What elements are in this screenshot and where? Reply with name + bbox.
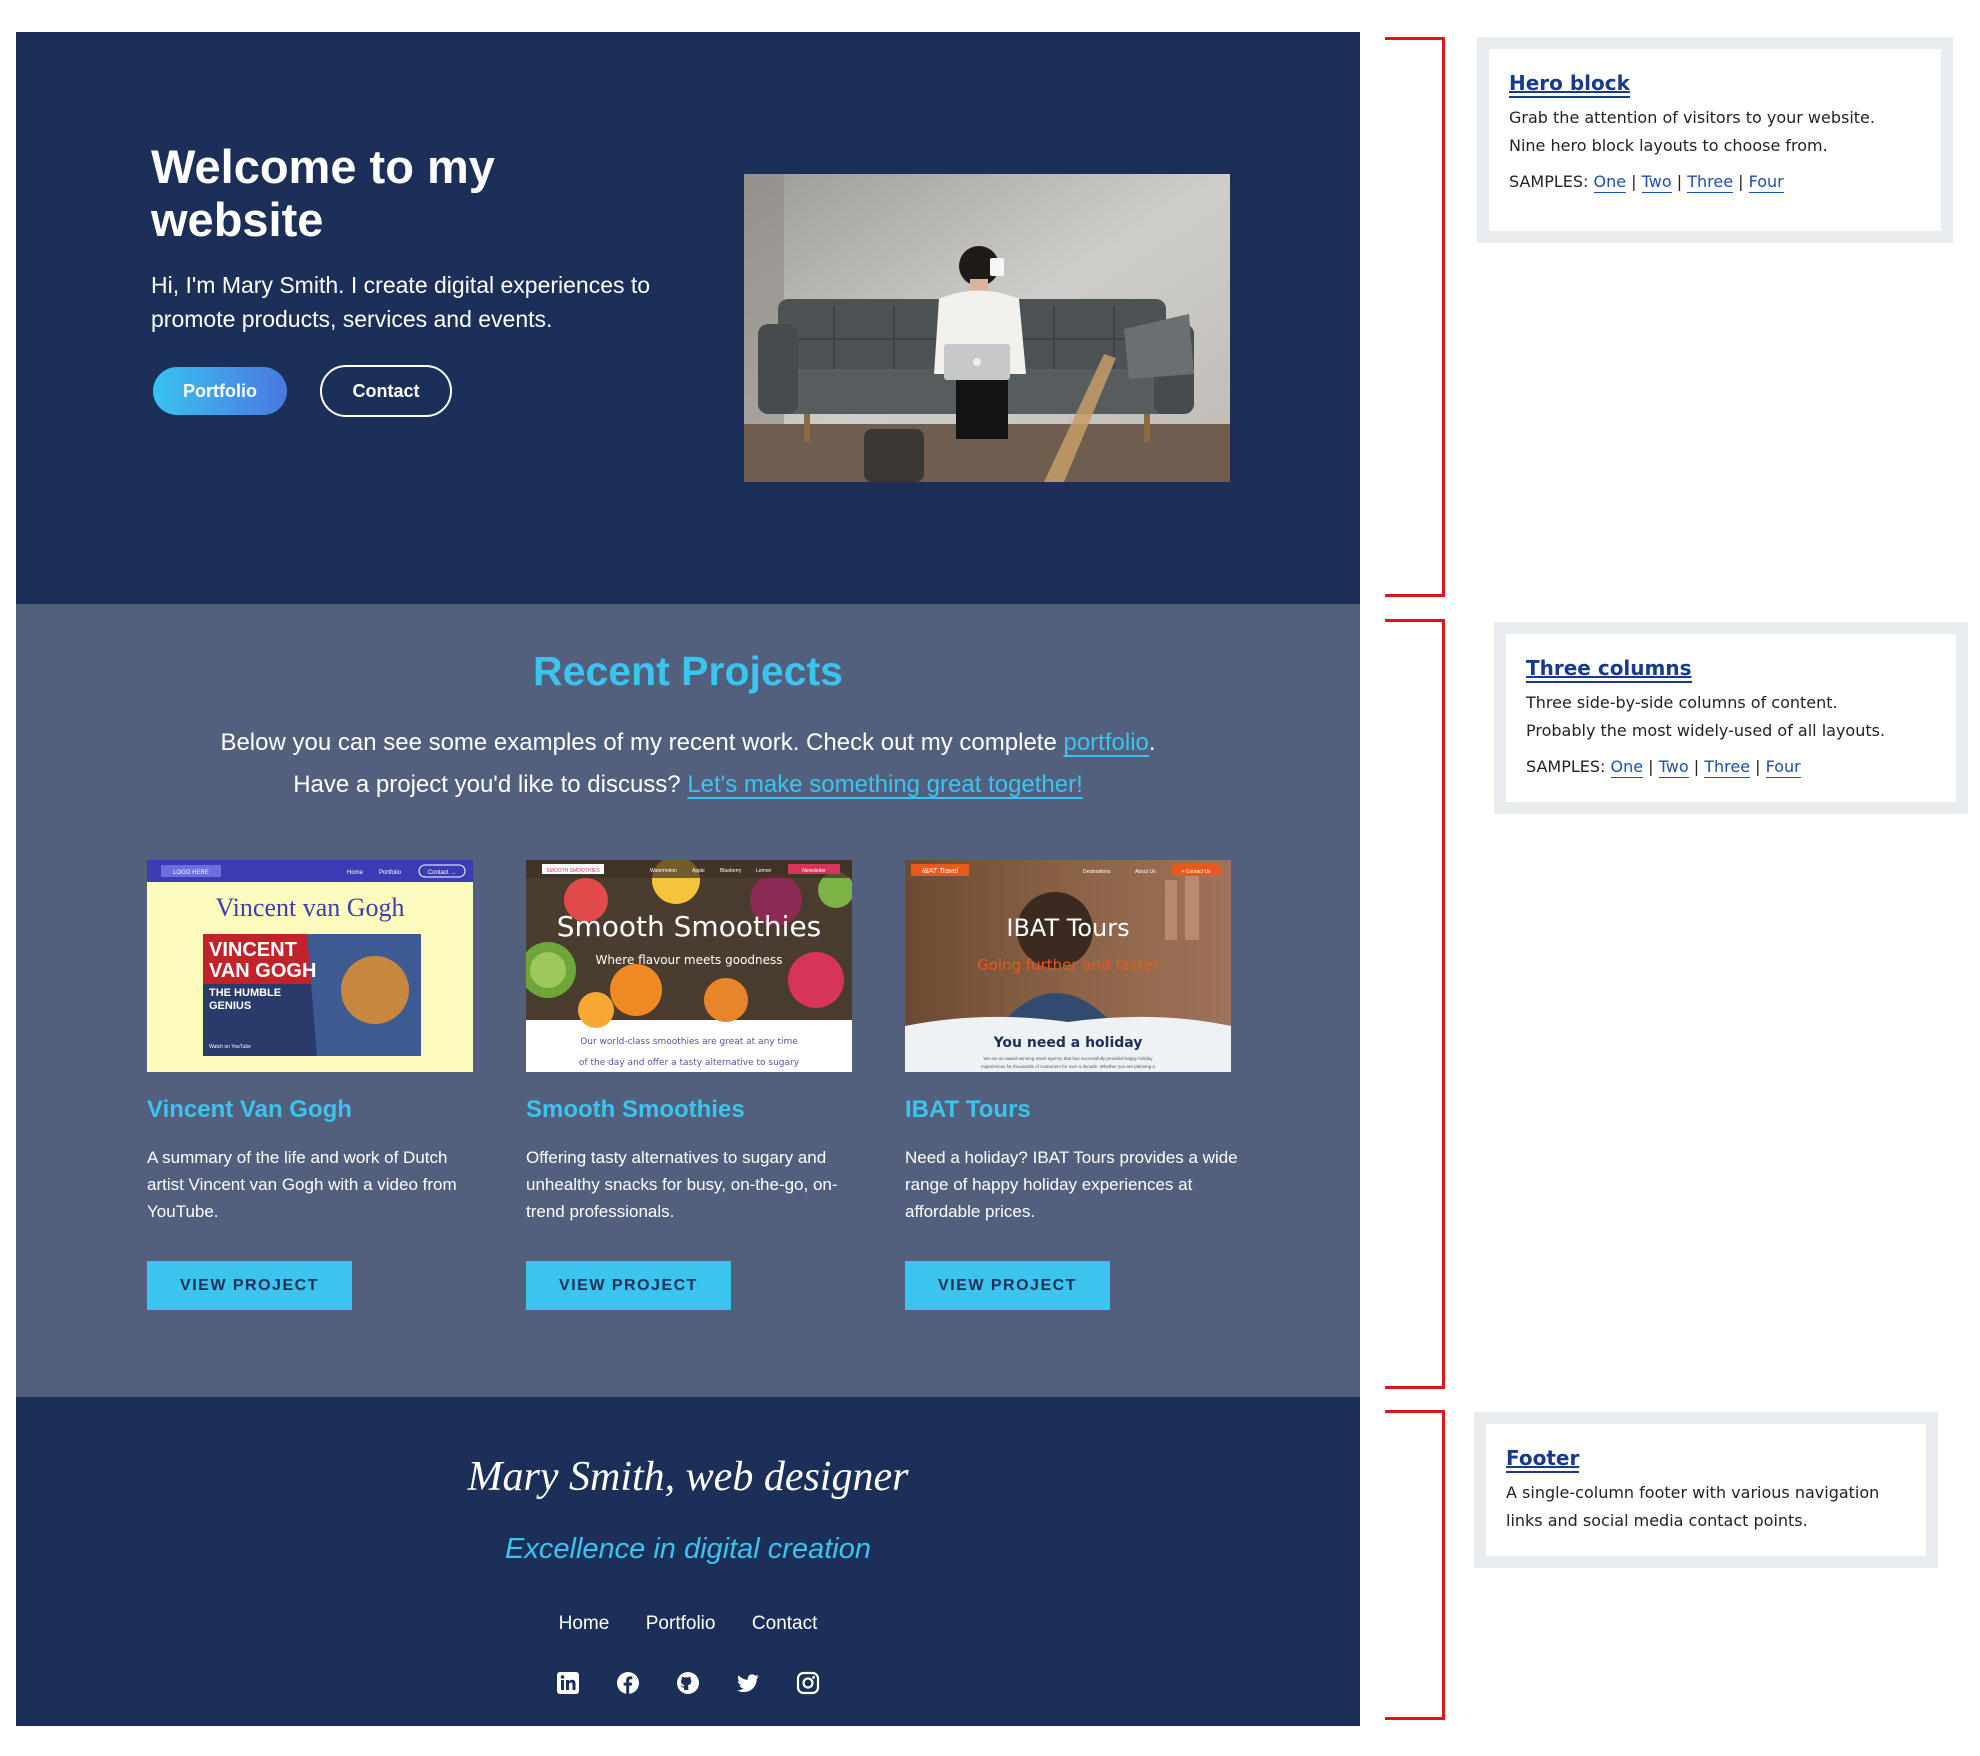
ib-thumb-nav-2: About Us	[1135, 869, 1156, 875]
project-title: IBAT Tours	[905, 1096, 1031, 1123]
project-title: Smooth Smoothies	[526, 1096, 745, 1123]
sm-thumb-nav-4: Lemon	[756, 868, 772, 874]
sm-thumb-body-1: Our world-class smoothies are great at a…	[580, 1037, 798, 1047]
portfolio-link[interactable]: portfolio	[1063, 729, 1148, 756]
hero-bracket	[1385, 37, 1445, 597]
vg-thumb-nav-portfolio: Portfolio	[379, 870, 402, 876]
footer-link-contact[interactable]: Contact	[752, 1613, 817, 1634]
contact-button[interactable]: Contact	[320, 365, 452, 417]
columns-bracket	[1385, 619, 1445, 1389]
intro-text-1: Below you can see some examples of my re…	[220, 729, 1064, 756]
hero-photo	[744, 174, 1230, 482]
footer-signature: Mary Smith, web designer	[467, 1454, 909, 1500]
facebook-icon[interactable]	[616, 1671, 640, 1695]
footer-annotation-title[interactable]: Footer	[1506, 1446, 1580, 1473]
sm-thumb-cta: Newsletter	[802, 868, 826, 874]
ib-thumb-band-1: We are an award-winning travel agency th…	[983, 1056, 1153, 1061]
vg-thumb-video-2: VAN GOGH	[209, 960, 316, 982]
columns-annotation-line-2: Probably the most widely-used of all lay…	[1526, 721, 1886, 740]
ib-thumb-nav-1: Destinations	[1083, 869, 1111, 875]
columns-annotation-title[interactable]: Three columns	[1526, 656, 1692, 683]
ib-thumb-cta: + Contact Us	[1181, 869, 1211, 875]
footer-annotation: Footer A single-column footer with vario…	[1474, 1412, 1938, 1568]
sm-thumb-title: Smooth Smoothies	[557, 910, 822, 943]
project-description: Offering tasty alternatives to sugary an…	[526, 1148, 838, 1221]
view-project-button[interactable]: VIEW PROJECT	[905, 1261, 1110, 1310]
projects-heading: Recent Projects	[533, 648, 843, 694]
ib-thumb-title: IBAT Tours	[1006, 914, 1129, 942]
sample-link-four[interactable]: Four	[1748, 172, 1784, 193]
social-links	[16, 1671, 1360, 1695]
hero-section: Welcome to my website Hi, I'm Mary Smith…	[16, 32, 1360, 604]
columns-annotation: Three columns Three side-by-side columns…	[1494, 622, 1968, 814]
linkedin-icon[interactable]	[556, 1671, 580, 1695]
vg-thumb-video-4: GENIUS	[209, 1000, 251, 1012]
footer-nav: Home Portfolio Contact	[16, 1613, 1360, 1635]
hero-annotation-line-2: Nine hero block layouts to choose from.	[1509, 136, 1828, 155]
ib-thumb-subtitle: Going further and faster	[977, 956, 1160, 974]
sample-link-two[interactable]: Two	[1658, 757, 1689, 778]
twitter-icon[interactable]	[736, 1671, 760, 1695]
hero-annotation: Hero block Grab the attention of visitor…	[1477, 37, 1953, 243]
sm-thumb-nav-2: Apple	[692, 868, 705, 874]
vg-thumb-caption: Watch on YouTube	[209, 1044, 251, 1050]
sm-thumb-nav-3: Blueberry	[720, 868, 742, 874]
sample-link-one[interactable]: One	[1593, 172, 1627, 193]
sm-thumb-logo: SMOOTH SMOOTHIES	[546, 868, 600, 874]
view-project-button[interactable]: VIEW PROJECT	[526, 1261, 731, 1310]
vg-thumb-logo: LOGO HERE	[173, 870, 209, 876]
columns-annotation-samples: SAMPLES: One | Two | Three | Four	[1526, 757, 1801, 778]
project-thumbnail-van-gogh[interactable]: LOGO HERE Home Portfolio Contact → Vince…	[147, 860, 473, 1072]
sm-thumb-nav-1: Watermelon	[650, 868, 677, 874]
hero-heading: Welcome to my website	[151, 140, 495, 246]
sample-link-two[interactable]: Two	[1641, 172, 1672, 193]
footer-section: Mary Smith, web designer Excellence in d…	[16, 1397, 1360, 1726]
columns-annotation-line-1: Three side-by-side columns of content.	[1526, 693, 1838, 712]
hero-lead: Hi, I'm Mary Smith. I create digital exp…	[151, 272, 651, 332]
project-title: Vincent Van Gogh	[147, 1096, 352, 1123]
sm-thumb-body-2: of the day and offer a tasty alternative…	[579, 1058, 800, 1068]
ib-thumb-band-title: You need a holiday	[993, 1035, 1143, 1051]
project-description: A summary of the life and work of Dutch …	[147, 1148, 457, 1221]
contact-link[interactable]: Let's make something great together!	[687, 771, 1082, 798]
portfolio-button[interactable]: Portfolio	[153, 367, 287, 415]
sample-link-four[interactable]: Four	[1765, 757, 1801, 778]
hero-annotation-samples: SAMPLES: One | Two | Three | Four	[1509, 172, 1784, 193]
hero-annotation-line-1: Grab the attention of visitors to your w…	[1509, 108, 1875, 127]
ib-thumb-logo: IBAT Travel	[922, 868, 958, 875]
sample-link-one[interactable]: One	[1610, 757, 1644, 778]
project-thumbnail-smoothies[interactable]: SMOOTH SMOOTHIES Watermelon Apple Bluebe…	[526, 860, 852, 1072]
website-preview: Welcome to my website Hi, I'm Mary Smith…	[16, 32, 1360, 1726]
vg-thumb-cta: Contact →	[428, 870, 456, 876]
vg-thumb-title: Vincent van Gogh	[215, 893, 404, 922]
footer-annotation-line-1: A single-column footer with various navi…	[1506, 1483, 1880, 1502]
samples-label: SAMPLES:	[1509, 172, 1589, 191]
sample-link-three[interactable]: Three	[1687, 172, 1734, 193]
instagram-icon[interactable]	[796, 1671, 820, 1695]
projects-section: Recent Projects Below you can see some e…	[16, 604, 1360, 1397]
project-thumbnail-ibat[interactable]: IBAT Travel Destinations About Us + Cont…	[905, 860, 1231, 1072]
sample-link-three[interactable]: Three	[1704, 757, 1751, 778]
vg-thumb-video-1: VINCENT	[209, 939, 297, 961]
sm-thumb-subtitle: Where flavour meets goodness	[595, 953, 782, 967]
project-description: Need a holiday? IBAT Tours provides a wi…	[905, 1148, 1238, 1221]
ib-thumb-band-2: experiences for thousands of customers f…	[981, 1064, 1155, 1069]
footer-annotation-line-2: links and social media contact points.	[1506, 1511, 1808, 1530]
vg-thumb-nav-home: Home	[347, 870, 364, 876]
view-project-button[interactable]: VIEW PROJECT	[147, 1261, 352, 1310]
hero-annotation-title[interactable]: Hero block	[1509, 71, 1630, 98]
github-icon[interactable]	[676, 1671, 700, 1695]
footer-link-portfolio[interactable]: Portfolio	[646, 1613, 716, 1634]
footer-bracket	[1385, 1410, 1445, 1720]
projects-intro: Below you can see some examples of my re…	[206, 722, 1170, 806]
footer-tagline: Excellence in digital creation	[505, 1533, 871, 1565]
samples-label: SAMPLES:	[1526, 757, 1606, 776]
vg-thumb-video-3: THE HUMBLE	[209, 987, 281, 999]
footer-link-home[interactable]: Home	[559, 1613, 610, 1634]
